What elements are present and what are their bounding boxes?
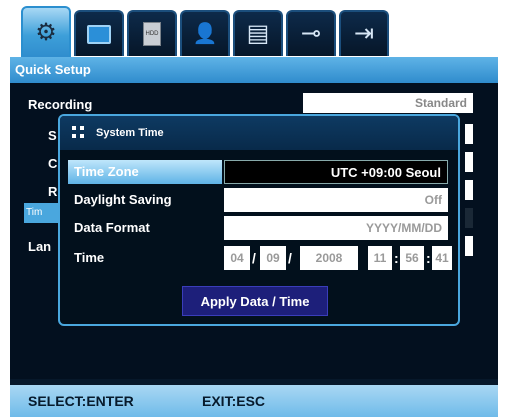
footer-bar: SELECT:ENTER EXIT:ESC (10, 385, 498, 417)
time-zone-label: Time Zone (68, 160, 222, 184)
exit-hint: EXIT:ESC (202, 393, 266, 409)
bg-label-r: R (48, 184, 58, 199)
bg-label-language: Lan (28, 239, 52, 254)
tab-exit[interactable]: ⇥ (339, 10, 389, 56)
dialog-grip-icon (72, 126, 86, 140)
select-hint: SELECT:ENTER (28, 393, 134, 409)
user-network-icon: 👤 (192, 23, 218, 45)
bg-field-edge-1 (465, 124, 473, 144)
date-format-row[interactable]: Data Format YYYY/MM/DD (68, 216, 452, 240)
daylight-saving-select[interactable]: Off (224, 188, 448, 212)
time-zone-row[interactable]: Time Zone UTC +09:00 Seoul (68, 160, 452, 184)
time-separator: : (394, 250, 399, 266)
date-separator: / (288, 250, 292, 266)
recording-select[interactable]: Standard (303, 93, 473, 113)
time-label: Time (74, 250, 105, 265)
time-row: Time 04 / 09 / 2008 11 : 56 : 41 (68, 246, 452, 270)
day-field[interactable]: 09 (260, 246, 286, 270)
recording-label: Recording (28, 97, 93, 112)
tab-screen-settings[interactable]: ▤ (233, 10, 283, 56)
apply-date-time-button[interactable]: Apply Data / Time (182, 286, 328, 316)
bg-field-edge-3 (465, 180, 473, 200)
tab-storage[interactable]: HDD (127, 10, 177, 56)
system-time-dialog: System Time Time Zone UTC +09:00 Seoul D… (58, 114, 460, 326)
minute-field[interactable]: 56 (400, 246, 424, 270)
date-separator: / (252, 250, 256, 266)
daylight-saving-label: Daylight Saving (74, 192, 172, 207)
time-zone-select[interactable]: UTC +09:00 Seoul (224, 160, 448, 184)
second-field[interactable]: 41 (432, 246, 452, 270)
bg-label-c: C (48, 156, 58, 171)
hour-field[interactable]: 11 (368, 246, 392, 270)
dialog-title: System Time (96, 127, 164, 139)
page-title: Quick Setup (10, 57, 498, 83)
toggle-settings-icon: ⊸ (300, 20, 322, 47)
tab-display[interactable] (74, 10, 124, 56)
bg-field-edge-2 (465, 152, 473, 172)
gear-icon: ⚙ (35, 19, 57, 46)
exit-door-icon: ⇥ (353, 20, 375, 47)
tab-system-settings[interactable]: ⚙ (21, 6, 71, 58)
tab-strip: ⚙ HDD 👤 ▤ ⊸ ⇥ (0, 0, 509, 58)
dialog-title-bar: System Time (60, 116, 458, 150)
screen-settings-icon: ▤ (246, 20, 270, 47)
daylight-saving-row[interactable]: Daylight Saving Off (68, 188, 452, 212)
bg-field-edge-4 (465, 208, 473, 228)
tab-user-network[interactable]: 👤 (180, 10, 230, 56)
tab-device-settings[interactable]: ⊸ (286, 10, 336, 56)
month-field[interactable]: 04 (224, 246, 250, 270)
monitor-icon (87, 24, 111, 44)
date-format-label: Data Format (74, 220, 150, 235)
bg-field-edge-5 (465, 236, 473, 256)
bg-label-s: S (48, 128, 57, 143)
year-field[interactable]: 2008 (300, 246, 358, 270)
date-format-select[interactable]: YYYY/MM/DD (224, 216, 448, 240)
hdd-icon: HDD (143, 22, 161, 46)
time-separator: : (426, 250, 431, 266)
